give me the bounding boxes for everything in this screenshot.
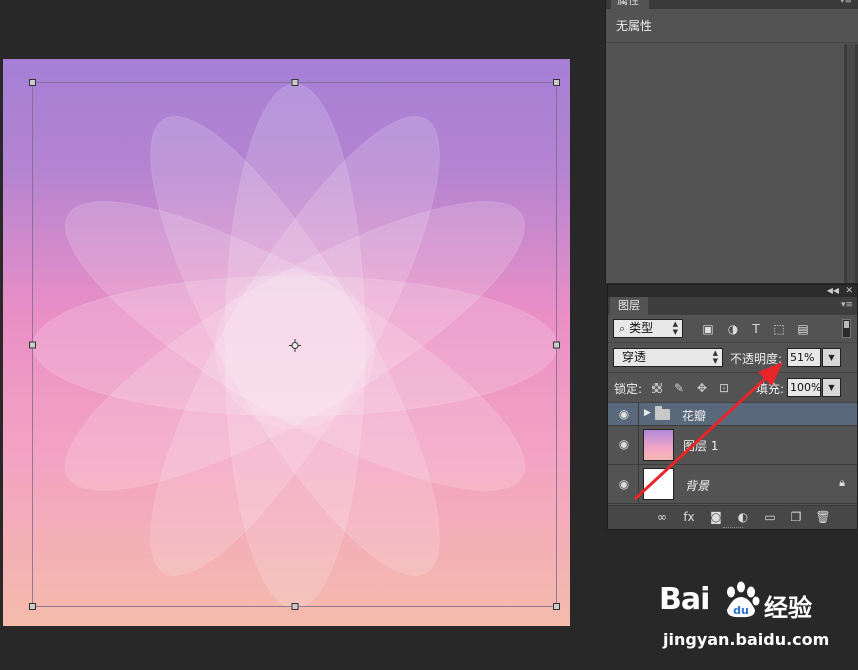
panel-dock-bar: ◀◀ ✕ [608, 285, 857, 297]
fx-icon[interactable]: fx [681, 509, 697, 525]
panel-menu-icon[interactable]: ▾≡ [840, 0, 852, 6]
folder-icon[interactable]: ▭ [762, 509, 778, 525]
opacity-label: 不透明度: [730, 352, 783, 366]
fill-label: 填充: [756, 382, 785, 396]
filter-kind-select[interactable]: ⌕ 类型 ▲ ▼ [613, 319, 683, 338]
visibility-eye-icon[interactable]: ◉ [616, 477, 632, 491]
blend-row: 穿透 ▲ ▼ 不透明度: 51% ▼ [608, 343, 857, 373]
mask-icon[interactable]: ◙ [708, 509, 724, 525]
lock-row: 锁定: ✎ ✥ ⊡ 填充: 100% ▼ [608, 373, 857, 403]
transform-handle-bottom-left [29, 603, 36, 610]
opacity-input[interactable]: 51% [787, 348, 821, 367]
watermark-paw-text: du [733, 604, 749, 617]
spinner-icon: ▲ ▼ [712, 349, 718, 365]
layers-tab[interactable]: 图层 [610, 297, 648, 315]
type-filter-icon[interactable]: T [748, 321, 764, 337]
trash-icon[interactable]: 🗑︎ [815, 509, 831, 525]
link-icon[interactable]: ∞ [654, 509, 670, 525]
watermark-url: jingyan.baidu.com [663, 630, 830, 649]
layer-row-background[interactable]: ◉ 背景 🔒︎ [608, 465, 857, 504]
eye-separator [638, 465, 639, 503]
fill-input[interactable]: 100% [787, 378, 821, 397]
canvas-artwork[interactable] [3, 59, 570, 626]
transform-handle-top-right [553, 79, 560, 86]
properties-panel: 属性 ▾≡ 无属性 [605, 0, 858, 283]
collapse-panel-icon[interactable]: ◀◀ [827, 285, 839, 297]
baidu-jingyan-watermark: Bai du 经验 jingyan.baidu.com [657, 576, 857, 666]
layers-bottom-toolbar: ∞ fx ◙ ◐ ▭ ❐ 🗑︎ [608, 505, 857, 529]
adjustment-filter-icon[interactable]: ◑ [725, 321, 741, 337]
layer-thumbnail [643, 429, 674, 461]
properties-scrollbar[interactable] [844, 44, 858, 283]
resize-grip[interactable] [723, 527, 743, 529]
watermark-product: 经验 [764, 594, 812, 622]
transform-handle-right [553, 341, 560, 349]
image-filter-icon[interactable]: ▣ [700, 321, 716, 337]
lock-position-move-icon[interactable]: ✥ [694, 380, 710, 396]
blend-mode-value: 穿透 [622, 350, 647, 364]
blend-mode-select[interactable]: 穿透 ▲ ▼ [613, 348, 723, 367]
eye-separator [638, 403, 639, 425]
layer-row-gradient[interactable]: ◉ 图层 1 [608, 426, 857, 465]
properties-tab-bar: 属性 ▾≡ [606, 0, 858, 9]
lock-icon: 🔒︎ [839, 476, 845, 489]
transform-handle-top-left [29, 79, 36, 86]
transform-handle-bottom-right [553, 603, 560, 610]
folder-icon [655, 406, 670, 420]
visibility-eye-icon[interactable]: ◉ [616, 437, 632, 451]
lock-transparent-icon[interactable] [652, 383, 662, 393]
layer-row-group[interactable]: ◉ ▶ 花瓣 [608, 403, 857, 426]
visibility-eye-icon[interactable]: ◉ [616, 407, 632, 421]
fill-dropdown-button[interactable]: ▼ [822, 378, 841, 397]
properties-tab[interactable]: 属性 [611, 0, 649, 9]
adjustment-icon[interactable]: ◐ [735, 509, 751, 525]
lock-label: 锁定: [614, 382, 643, 396]
panel-menu-icon[interactable]: ▾≡ [841, 300, 853, 310]
layers-panel: ◀◀ ✕ 图层 ▾≡ ⌕ 类型 ▲ ▼ ▣ ◑ T ⬚ ▤ 穿透 ▲ ▼ 不透明度: … [607, 284, 858, 530]
search-icon: ⌕ [619, 322, 626, 335]
new-layer-icon[interactable]: ❐ [788, 509, 804, 525]
transform-handle-left [29, 341, 36, 349]
layer-thumbnail [643, 468, 674, 500]
layer-name[interactable]: 背景 [685, 477, 709, 494]
baidu-paw-logo-icon: du [727, 581, 760, 618]
layer-filter-row: ⌕ 类型 ▲ ▼ ▣ ◑ T ⬚ ▤ [608, 315, 857, 343]
transform-handle-top [291, 79, 299, 86]
smart-object-filter-icon[interactable]: ▤ [795, 321, 811, 337]
transform-handle-bottom [291, 603, 299, 610]
layers-tab-bar: 图层 ▾≡ [608, 297, 857, 315]
filter-kind-label: 类型 [629, 321, 654, 335]
watermark-brand: Bai [659, 582, 710, 617]
document-canvas[interactable] [3, 59, 570, 626]
shape-filter-icon[interactable]: ⬚ [771, 321, 787, 337]
spinner-icon: ▲ ▼ [672, 320, 678, 336]
lock-image-brush-icon[interactable]: ✎ [671, 380, 687, 396]
layer-name[interactable]: 图层 1 [683, 437, 718, 454]
filter-toggle-switch[interactable] [842, 319, 851, 338]
expand-arrow-icon[interactable]: ▶ [644, 408, 651, 418]
eye-separator [638, 426, 639, 464]
properties-empty-text: 无属性 [606, 9, 858, 43]
layer-name[interactable]: 花瓣 [682, 407, 706, 424]
close-panel-icon[interactable]: ✕ [845, 285, 853, 297]
scrollbar-thumb[interactable] [847, 44, 855, 283]
lock-all-icon[interactable]: ⊡ [716, 380, 732, 396]
opacity-dropdown-button[interactable]: ▼ [822, 348, 841, 367]
